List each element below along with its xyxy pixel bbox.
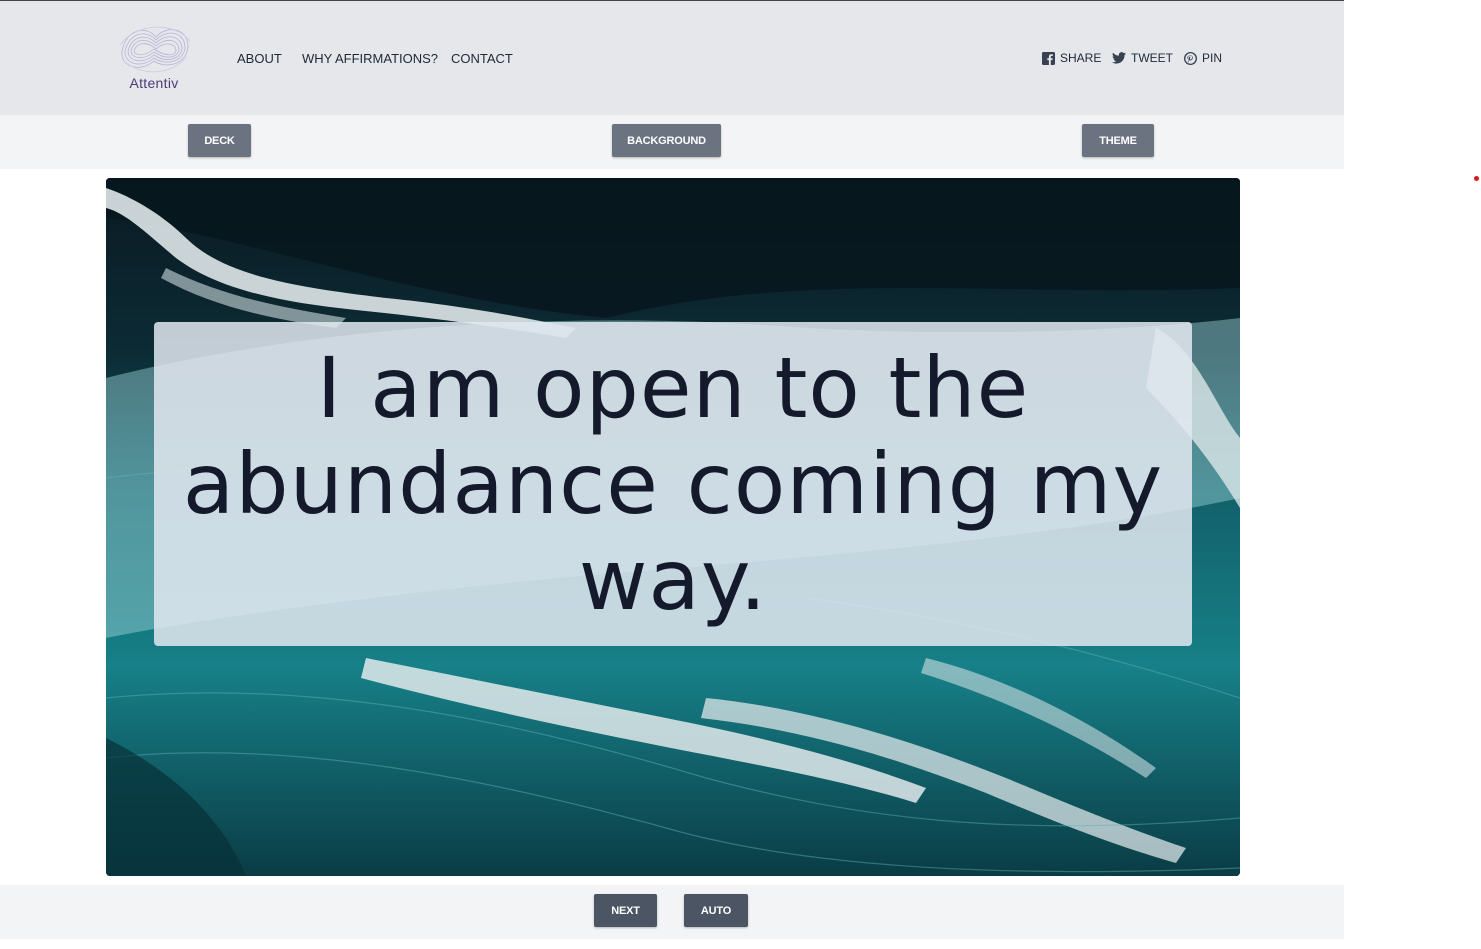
pinterest-icon <box>1184 51 1197 65</box>
next-button[interactable]: NEXT <box>594 894 657 927</box>
pin-label: PIN <box>1202 51 1223 65</box>
nav-contact-link[interactable]: CONTACT <box>451 51 513 66</box>
deck-button[interactable]: DECK <box>188 124 251 157</box>
twitter-icon <box>1112 52 1126 64</box>
logo-mark-icon <box>119 26 191 73</box>
logo[interactable]: Attentiv <box>116 21 192 93</box>
share-pinterest-link[interactable]: PIN <box>1184 51 1222 65</box>
nav-why-affirmations-link[interactable]: WHY AFFIRMATIONS? <box>302 51 438 66</box>
nav-about-link[interactable]: ABOUT <box>237 51 282 66</box>
share-label: SHARE <box>1060 51 1102 65</box>
affirmation-box: I am open to the abundance coming my way… <box>154 322 1192 646</box>
facebook-icon <box>1042 51 1055 65</box>
share-twitter-link[interactable]: TWEET <box>1112 51 1173 65</box>
theme-button[interactable]: THEME <box>1082 124 1154 157</box>
red-dot-indicator <box>1474 176 1479 181</box>
controls-bar <box>0 885 1344 939</box>
share-facebook-link[interactable]: SHARE <box>1042 51 1101 65</box>
top-header: Attentiv ABOUT WHY AFFIRMATIONS? CONTACT… <box>0 0 1344 115</box>
tweet-label: TWEET <box>1131 51 1173 65</box>
auto-button[interactable]: AUTO <box>684 894 748 927</box>
affirmation-text: I am open to the abundance coming my way… <box>182 339 1164 629</box>
logo-text: Attentiv <box>129 75 179 91</box>
background-button[interactable]: BACKGROUND <box>612 124 721 157</box>
affirmation-card: I am open to the abundance coming my way… <box>106 178 1240 876</box>
page: Attentiv ABOUT WHY AFFIRMATIONS? CONTACT… <box>0 0 1481 949</box>
